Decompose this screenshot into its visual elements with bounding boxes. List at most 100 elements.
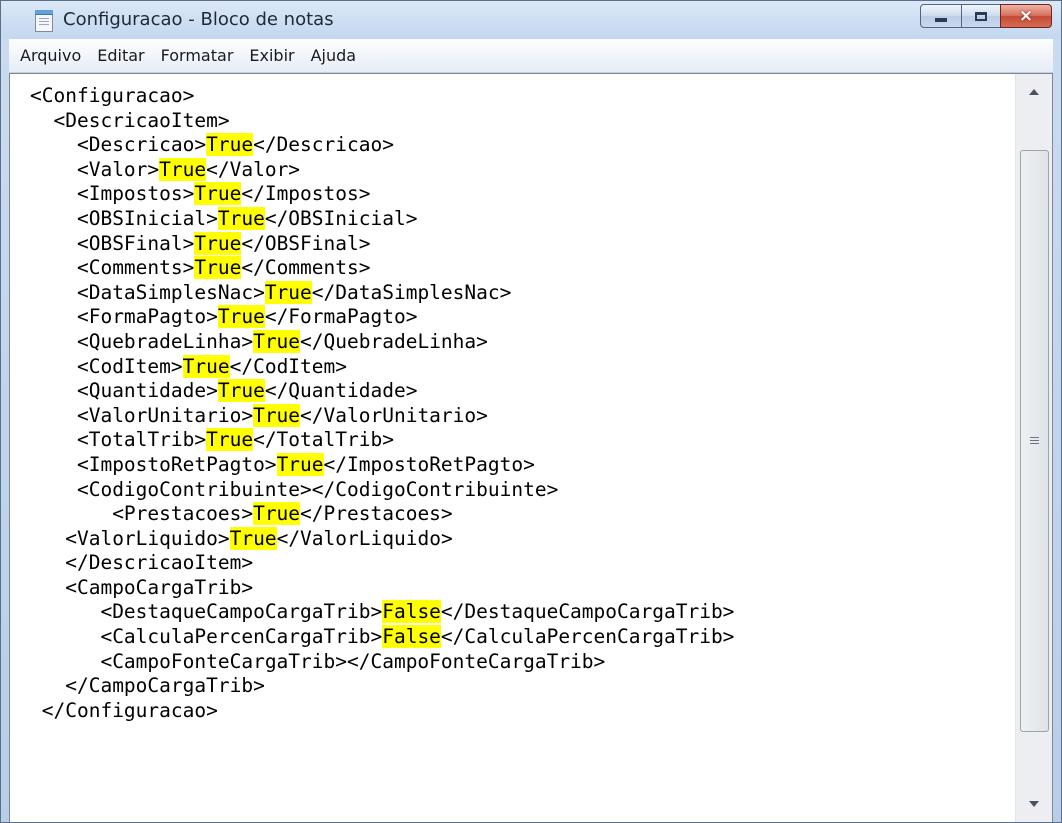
menu-formatar[interactable]: Formatar: [153, 42, 242, 70]
editor: <Configuracao> <DescricaoItem> <Descrica…: [9, 73, 1053, 822]
highlighted-value: True: [217, 206, 265, 230]
text-line: <OBSFinal>True</OBSFinal>: [30, 231, 1014, 257]
highlighted-value: True: [159, 157, 207, 181]
xml-open-tag: </CampoCargaTrib>: [65, 674, 265, 698]
highlighted-value: True: [182, 354, 230, 378]
xml-close-tag: </TotalTrib>: [253, 428, 394, 452]
close-button[interactable]: ×: [1000, 4, 1052, 28]
vertical-scrollbar[interactable]: [1015, 74, 1052, 822]
notepad-window: Configuracao - Bloco de notas × Arquivo …: [0, 0, 1062, 823]
text-line: <Quantidade>True</Quantidade>: [30, 379, 1014, 404]
menu-editar[interactable]: Editar: [89, 42, 152, 70]
xml-open-tag: <CodigoContribuinte></CodigoContribuinte…: [76, 477, 559, 501]
xml-close-tag: </Descricao>: [253, 133, 394, 157]
highlighted-value: True: [194, 231, 242, 255]
grip-icon: [1030, 437, 1039, 445]
xml-open-tag: <CampoCargaTrib>: [65, 575, 254, 599]
highlighted-value: True: [194, 182, 242, 206]
highlighted-value: False: [382, 625, 441, 649]
text-line: <CalculaPercenCargaTrib>False</CalculaPe…: [30, 625, 1014, 650]
xml-open-tag: <CalculaPercenCargaTrib>: [100, 625, 383, 649]
text-line: <ValorLiquido>True</ValorLiquido>: [30, 526, 1014, 552]
scroll-up-button[interactable]: [1016, 74, 1052, 110]
text-line: <Descricao>True</Descricao>: [30, 133, 1014, 158]
xml-open-tag: <ImpostoRetPagto>: [76, 452, 277, 476]
highlighted-value: True: [264, 280, 312, 304]
maximize-button[interactable]: [961, 4, 1001, 28]
xml-open-tag: </Configuracao>: [41, 698, 218, 722]
menu-bar: Arquivo Editar Formatar Exibir Ajuda: [9, 39, 1053, 73]
menu-arquivo[interactable]: Arquivo: [9, 42, 89, 70]
highlighted-value: True: [206, 428, 254, 452]
text-line: <CampoFonteCargaTrib></CampoFonteCargaTr…: [30, 650, 1014, 675]
text-line: <Comments>True</Comments>: [30, 256, 1014, 281]
xml-close-tag: </DataSimplesNac>: [311, 280, 512, 304]
text-line: <TotalTrib>True</TotalTrib>: [30, 428, 1014, 453]
highlighted-value: True: [217, 305, 265, 329]
xml-close-tag: </Comments>: [241, 256, 371, 280]
xml-open-tag: <Prestacoes>: [112, 502, 254, 526]
highlighted-value: True: [253, 403, 301, 427]
xml-close-tag: </DestaqueCampoCargaTrib>: [440, 600, 735, 624]
xml-open-tag: <DescricaoItem>: [53, 108, 230, 132]
text-line: <QuebradeLinha>True</QuebradeLinha>: [30, 329, 1014, 355]
minimize-button[interactable]: [920, 4, 962, 28]
xml-open-tag: <DestaqueCampoCargaTrib>: [100, 600, 383, 624]
xml-close-tag: </ValorLiquido>: [276, 526, 453, 550]
scroll-down-button[interactable]: [1016, 786, 1052, 822]
text-line: <DestaqueCampoCargaTrib>False</DestaqueC…: [30, 600, 1014, 625]
text-editor-area[interactable]: <Configuracao> <DescricaoItem> <Descrica…: [10, 74, 1014, 822]
highlighted-value: True: [253, 329, 301, 353]
xml-open-tag: <Comments>: [76, 256, 195, 280]
xml-close-tag: </Impostos>: [241, 182, 371, 206]
xml-close-tag: </CalculaPercenCargaTrib>: [440, 625, 735, 649]
text-line: <ImpostoRetPagto>True</ImpostoRetPagto>: [30, 452, 1014, 478]
title-bar[interactable]: Configuracao - Bloco de notas ×: [1, 1, 1061, 39]
xml-open-tag: </DescricaoItem>: [65, 551, 254, 575]
notepad-icon[interactable]: [35, 10, 53, 32]
text-line: </Configuracao>: [30, 699, 1014, 724]
xml-close-tag: </ImpostoRetPagto>: [323, 452, 535, 476]
xml-open-tag: <CampoFonteCargaTrib></CampoFonteCargaTr…: [100, 649, 606, 673]
text-line: <Prestacoes>True</Prestacoes>: [30, 502, 1014, 527]
scroll-track[interactable]: [1016, 110, 1052, 786]
text-line: </CampoCargaTrib>: [30, 674, 1014, 699]
text-line: <DataSimplesNac>True</DataSimplesNac>: [30, 280, 1014, 306]
highlighted-value: True: [229, 526, 277, 550]
highlighted-value: True: [217, 379, 265, 403]
scroll-down-arrow-icon: [1029, 801, 1039, 807]
xml-close-tag: </CodItem>: [229, 354, 348, 378]
close-icon: ×: [1018, 5, 1034, 26]
scroll-up-arrow-icon: [1029, 89, 1039, 95]
xml-open-tag: <DataSimplesNac>: [76, 280, 265, 304]
xml-open-tag: <CodItem>: [76, 354, 183, 378]
menu-ajuda[interactable]: Ajuda: [303, 42, 365, 70]
text-line: <CodItem>True</CodItem>: [30, 354, 1014, 380]
scroll-thumb[interactable]: [1020, 150, 1049, 732]
xml-close-tag: </ValorUnitario>: [300, 403, 488, 427]
window-title: Configuracao - Bloco de notas: [63, 9, 334, 30]
xml-close-tag: </QuebradeLinha>: [300, 329, 488, 353]
xml-open-tag: <Quantidade>: [76, 379, 218, 403]
text-line: <ValorUnitario>True</ValorUnitario>: [30, 403, 1014, 429]
text-line: </DescricaoItem>: [30, 551, 1014, 576]
highlighted-value: True: [276, 452, 324, 476]
menu-exibir[interactable]: Exibir: [241, 42, 302, 70]
